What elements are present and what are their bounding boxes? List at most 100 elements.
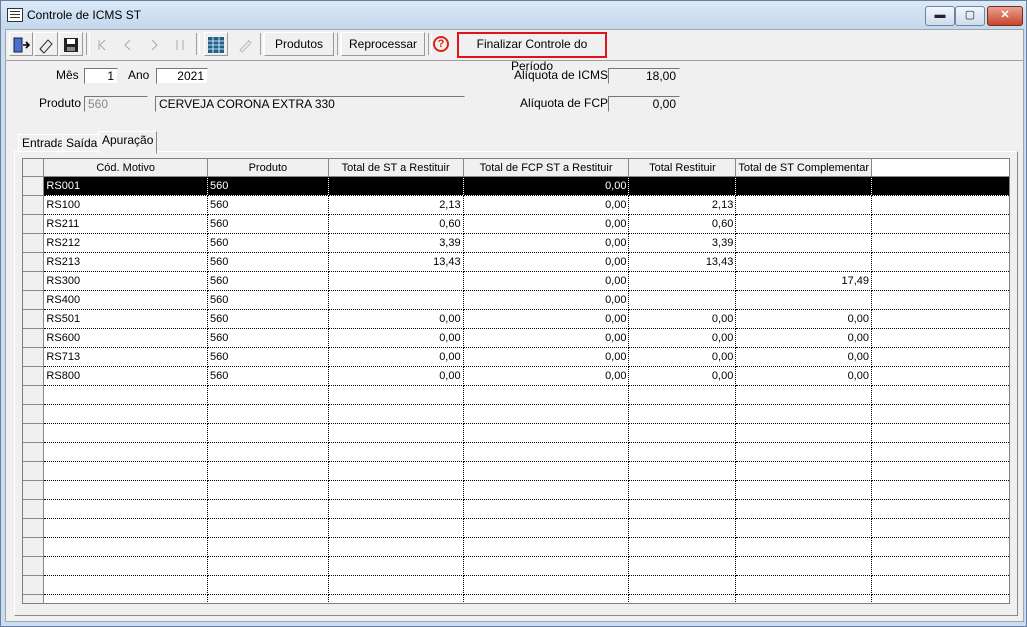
cell-total-st-complementar[interactable]: [735, 214, 872, 234]
cell-cod-motivo[interactable]: RS501: [43, 309, 209, 329]
ano-input[interactable]: 2021: [156, 68, 208, 84]
col-header-produto[interactable]: Produto: [207, 159, 329, 177]
cell-total-restituir[interactable]: 2,13: [628, 195, 737, 215]
cell-cod-motivo[interactable]: RS713: [43, 347, 209, 367]
first-record-button[interactable]: [90, 32, 114, 56]
title-bar[interactable]: Controle de ICMS ST ▬ ▢ ✕: [1, 1, 1026, 29]
cell-produto[interactable]: 560: [207, 195, 329, 215]
clear-button[interactable]: [34, 32, 58, 56]
table-row[interactable]: RS300 560 0,00 17,49: [23, 271, 1009, 291]
cell-produto[interactable]: 560: [207, 290, 329, 310]
table-row[interactable]: RS600 560 0,00 0,00 0,00 0,00: [23, 328, 1009, 348]
previous-record-button[interactable]: [116, 32, 140, 56]
cell-cod-motivo[interactable]: RS212: [43, 233, 209, 253]
cell-cod-motivo[interactable]: RS001: [43, 176, 209, 196]
row-indicator[interactable]: [23, 347, 45, 367]
produtos-button[interactable]: Produtos: [264, 32, 334, 56]
cell-produto[interactable]: 560: [207, 233, 329, 253]
row-indicator[interactable]: [23, 366, 45, 386]
row-indicator[interactable]: [23, 176, 45, 196]
cell-total-fcp-st-restituir[interactable]: 0,00: [463, 233, 630, 253]
row-indicator[interactable]: [23, 214, 45, 234]
cell-cod-motivo[interactable]: RS600: [43, 328, 209, 348]
cell-total-st-complementar[interactable]: 0,00: [735, 347, 872, 367]
row-indicator[interactable]: [23, 328, 45, 348]
cell-total-st-complementar[interactable]: 0,00: [735, 366, 872, 386]
cell-total-restituir[interactable]: 0,00: [628, 309, 737, 329]
table-row[interactable]: RS212 560 3,39 0,00 3,39: [23, 233, 1009, 253]
row-indicator[interactable]: [23, 309, 45, 329]
cell-total-fcp-st-restituir[interactable]: 0,00: [463, 347, 630, 367]
cell-total-st-complementar[interactable]: [735, 195, 872, 215]
cell-total-st-complementar[interactable]: 17,49: [735, 271, 872, 291]
edit-disabled-button[interactable]: [234, 32, 258, 56]
cell-produto[interactable]: 560: [207, 252, 329, 272]
exit-button[interactable]: [9, 32, 33, 56]
cell-total-fcp-st-restituir[interactable]: 0,00: [463, 271, 630, 291]
cell-cod-motivo[interactable]: RS400: [43, 290, 209, 310]
cell-total-st-restituir[interactable]: [328, 271, 464, 291]
cell-total-restituir[interactable]: 0,00: [628, 328, 737, 348]
cell-total-fcp-st-restituir[interactable]: 0,00: [463, 366, 630, 386]
last-record-button[interactable]: [168, 32, 192, 56]
cell-total-st-restituir[interactable]: 0,00: [328, 328, 464, 348]
cell-total-st-complementar[interactable]: [735, 290, 872, 310]
cell-total-st-complementar[interactable]: [735, 233, 872, 253]
cell-cod-motivo[interactable]: RS213: [43, 252, 209, 272]
table-row[interactable]: RS211 560 0,60 0,00 0,60: [23, 214, 1009, 234]
cell-total-st-complementar[interactable]: [735, 176, 872, 196]
cell-produto[interactable]: 560: [207, 328, 329, 348]
apuracao-grid[interactable]: Cód. Motivo Produto Total de ST a Restit…: [22, 158, 1010, 604]
help-icon[interactable]: ?: [433, 36, 449, 52]
cell-total-st-restituir[interactable]: 0,00: [328, 347, 464, 367]
row-indicator[interactable]: [23, 290, 45, 310]
tab-apuracao[interactable]: Apuração: [98, 131, 158, 154]
col-header-total-st-restituir[interactable]: Total de ST a Restituir: [328, 159, 464, 177]
cell-total-st-restituir[interactable]: 2,13: [328, 195, 464, 215]
col-header-cod-motivo[interactable]: Cód. Motivo: [43, 159, 209, 177]
cell-total-st-restituir[interactable]: 0,60: [328, 214, 464, 234]
row-indicator[interactable]: [23, 195, 45, 215]
table-row[interactable]: RS800 560 0,00 0,00 0,00 0,00: [23, 366, 1009, 386]
table-row[interactable]: RS501 560 0,00 0,00 0,00 0,00: [23, 309, 1009, 329]
table-row[interactable]: RS400 560 0,00: [23, 290, 1009, 310]
cell-total-st-restituir[interactable]: 0,00: [328, 366, 464, 386]
cell-total-fcp-st-restituir[interactable]: 0,00: [463, 309, 630, 329]
cell-total-st-complementar[interactable]: 0,00: [735, 309, 872, 329]
cell-total-restituir[interactable]: [628, 176, 737, 196]
cell-total-st-restituir[interactable]: 13,43: [328, 252, 464, 272]
cell-total-fcp-st-restituir[interactable]: 0,00: [463, 176, 630, 196]
cell-total-st-restituir[interactable]: 0,00: [328, 309, 464, 329]
cell-total-fcp-st-restituir[interactable]: 0,00: [463, 214, 630, 234]
cell-total-st-restituir[interactable]: 3,39: [328, 233, 464, 253]
col-header-total-fcp-st-restituir[interactable]: Total de FCP ST a Restituir: [463, 159, 630, 177]
cell-total-st-restituir[interactable]: [328, 290, 464, 310]
row-indicator[interactable]: [23, 252, 45, 272]
col-header-total-st-complementar[interactable]: Total de ST Complementar: [735, 159, 872, 177]
cell-produto[interactable]: 560: [207, 309, 329, 329]
table-row[interactable]: RS001 560 0,00: [23, 176, 1009, 196]
close-button[interactable]: ✕: [987, 6, 1023, 26]
cell-total-restituir[interactable]: 3,39: [628, 233, 737, 253]
cell-produto[interactable]: 560: [207, 366, 329, 386]
mes-input[interactable]: 1: [84, 68, 118, 84]
cell-total-restituir[interactable]: [628, 290, 737, 310]
row-indicator[interactable]: [23, 233, 45, 253]
cell-total-restituir[interactable]: 0,00: [628, 366, 737, 386]
cell-total-st-restituir[interactable]: [328, 176, 464, 196]
maximize-button[interactable]: ▢: [955, 6, 985, 26]
cell-produto[interactable]: 560: [207, 214, 329, 234]
cell-cod-motivo[interactable]: RS211: [43, 214, 209, 234]
row-indicator[interactable]: [23, 271, 45, 291]
cell-cod-motivo[interactable]: RS300: [43, 271, 209, 291]
cell-total-fcp-st-restituir[interactable]: 0,00: [463, 252, 630, 272]
spreadsheet-button[interactable]: [204, 32, 228, 56]
produto-code-field[interactable]: 560: [84, 96, 148, 112]
table-row[interactable]: RS713 560 0,00 0,00 0,00 0,00: [23, 347, 1009, 367]
minimize-button[interactable]: ▬: [925, 6, 955, 26]
save-button[interactable]: [59, 32, 83, 56]
reprocessar-button[interactable]: Reprocessar: [341, 32, 425, 56]
cell-produto[interactable]: 560: [207, 347, 329, 367]
cell-total-restituir[interactable]: 0,60: [628, 214, 737, 234]
cell-total-restituir[interactable]: 13,43: [628, 252, 737, 272]
